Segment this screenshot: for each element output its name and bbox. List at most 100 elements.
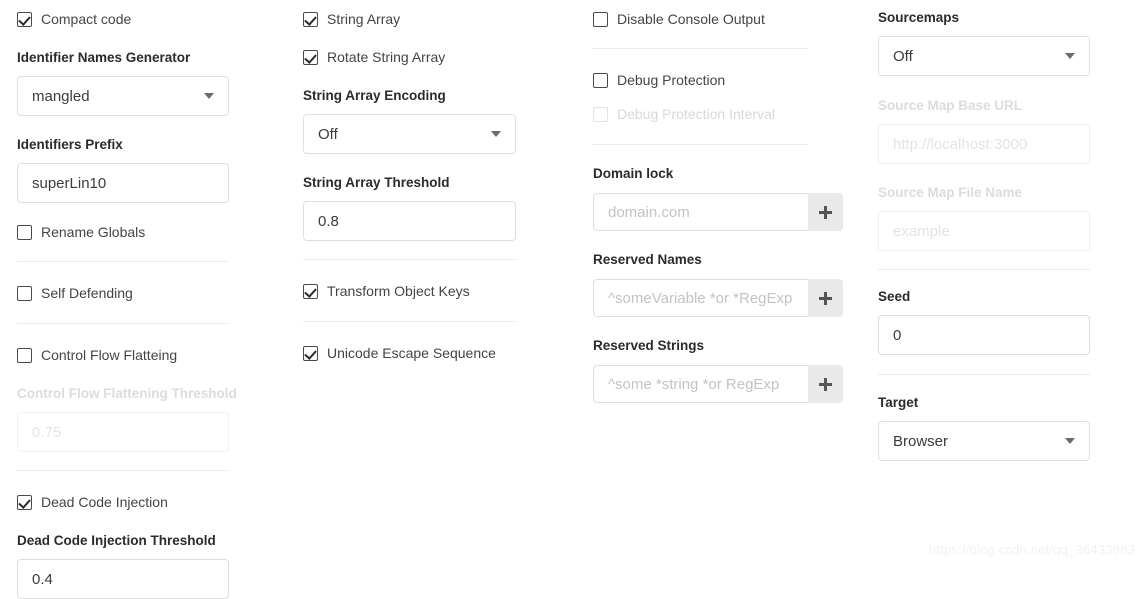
- sourcemaps-select[interactable]: Off: [878, 36, 1090, 76]
- identifiers-prefix-value: superLin10: [32, 174, 107, 192]
- domain-lock-add-button[interactable]: [808, 193, 843, 231]
- options-column-2: String Array Rotate String Array String …: [292, 0, 585, 575]
- reserved-names-label-wrap: Reserved Names: [593, 251, 877, 267]
- divider-7: [593, 144, 808, 145]
- reserved-strings-label-wrap: Reserved Strings: [593, 337, 877, 353]
- reserved-strings-add-button[interactable]: [808, 365, 843, 403]
- identifiers-prefix-label: Identifiers Prefix: [17, 137, 123, 152]
- string-array-checkbox[interactable]: [303, 11, 318, 27]
- string-array-threshold-input[interactable]: 0.8: [303, 201, 516, 241]
- domain-lock-field: domain.com: [593, 193, 843, 231]
- rename-globals-label: Rename Globals: [41, 224, 146, 240]
- disable-console-output-checkbox[interactable]: [593, 11, 608, 27]
- reserved-names-input[interactable]: ^someVariable *or *RegExp: [593, 279, 808, 317]
- control-flow-flattening-threshold-label: Control Flow Flattening Threshold: [17, 386, 237, 401]
- compact-code-label: Compact code: [41, 11, 132, 27]
- control-flow-flattening-threshold-value: 0.75: [32, 423, 62, 441]
- transform-object-keys-row[interactable]: Transform Object Keys: [303, 280, 585, 302]
- control-flow-flattening-row[interactable]: Control Flow Flatteing: [17, 344, 292, 366]
- source-map-file-name-label-wrap: Source Map File Name: [878, 184, 1143, 200]
- reserved-names-field: ^someVariable *or *RegExp: [593, 279, 843, 317]
- plus-icon: [819, 377, 832, 391]
- reserved-strings-label: Reserved Strings: [593, 338, 705, 353]
- plus-icon: [819, 205, 832, 219]
- string-array-encoding-label-wrap: String Array Encoding: [303, 87, 585, 103]
- watermark-text: https://blog.csdn.net/qq_36433883: [928, 542, 1135, 557]
- debug-protection-label: Debug Protection: [617, 72, 726, 88]
- string-array-encoding-select[interactable]: Off: [303, 114, 516, 154]
- identifier-names-generator-label: Identifier Names Generator: [17, 50, 191, 65]
- divider-4: [303, 259, 516, 260]
- options-column-3: Disable Console Output Debug Protection …: [585, 0, 877, 575]
- seed-label-wrap: Seed: [878, 288, 1143, 304]
- transform-object-keys-checkbox[interactable]: [303, 283, 318, 299]
- dead-code-injection-checkbox[interactable]: [17, 494, 32, 510]
- sourcemaps-label: Sourcemaps: [878, 10, 960, 25]
- identifier-names-generator-value: mangled: [32, 87, 90, 105]
- seed-value: 0: [893, 326, 902, 344]
- dead-code-injection-threshold-label: Dead Code Injection Threshold: [17, 533, 216, 548]
- control-flow-flattening-label: Control Flow Flatteing: [41, 347, 178, 363]
- chevron-down-icon: [1065, 438, 1075, 444]
- self-defending-checkbox[interactable]: [17, 285, 32, 301]
- divider-8: [878, 269, 1090, 270]
- plus-icon: [819, 291, 832, 305]
- sourcemaps-value: Off: [893, 47, 913, 65]
- unicode-escape-sequence-checkbox[interactable]: [303, 345, 318, 361]
- string-array-threshold-label-wrap: String Array Threshold: [303, 174, 585, 190]
- seed-input[interactable]: 0: [878, 315, 1090, 355]
- reserved-strings-input[interactable]: ^some *string *or RegExp: [593, 365, 808, 403]
- rename-globals-checkbox[interactable]: [17, 224, 32, 240]
- target-select[interactable]: Browser: [878, 421, 1090, 461]
- disable-console-output-row[interactable]: Disable Console Output: [593, 8, 877, 30]
- divider-5: [303, 321, 516, 322]
- rotate-string-array-row[interactable]: Rotate String Array: [303, 46, 585, 68]
- string-array-row[interactable]: String Array: [303, 8, 585, 30]
- debug-protection-interval-checkbox: [593, 106, 608, 122]
- divider-3: [17, 470, 229, 471]
- compact-code-checkbox[interactable]: [17, 11, 32, 27]
- debug-protection-interval-label: Debug Protection Interval: [617, 106, 775, 122]
- source-map-base-url-label: Source Map Base URL: [878, 98, 1023, 113]
- reserved-strings-field: ^some *string *or RegExp: [593, 365, 843, 403]
- disable-console-output-label: Disable Console Output: [617, 11, 765, 27]
- dead-code-injection-threshold-label-wrap: Dead Code Injection Threshold: [17, 532, 292, 548]
- options-column-1: Compact code Identifier Names Generator …: [0, 0, 292, 599]
- obfuscator-options-panel: Compact code Identifier Names Generator …: [0, 0, 1143, 599]
- options-column-4: Sourcemaps Off Source Map Base URL http:…: [877, 0, 1143, 575]
- control-flow-flattening-threshold-label-wrap: Control Flow Flattening Threshold: [17, 385, 292, 401]
- divider-2: [17, 323, 229, 324]
- unicode-escape-sequence-row[interactable]: Unicode Escape Sequence: [303, 342, 585, 364]
- string-array-threshold-label: String Array Threshold: [303, 175, 450, 190]
- transform-object-keys-label: Transform Object Keys: [327, 283, 470, 299]
- identifiers-prefix-label-wrap: Identifiers Prefix: [17, 136, 292, 152]
- self-defending-row[interactable]: Self Defending: [17, 282, 292, 304]
- identifiers-prefix-input[interactable]: superLin10: [17, 163, 229, 203]
- source-map-file-name-label: Source Map File Name: [878, 185, 1023, 200]
- divider-1: [17, 261, 229, 262]
- rotate-string-array-checkbox[interactable]: [303, 49, 318, 65]
- source-map-file-name-input: example: [878, 211, 1090, 251]
- compact-code-row[interactable]: Compact code: [17, 8, 292, 30]
- string-array-encoding-value: Off: [318, 125, 338, 143]
- reserved-names-add-button[interactable]: [808, 279, 843, 317]
- rename-globals-row[interactable]: Rename Globals: [17, 221, 292, 243]
- dead-code-injection-label: Dead Code Injection: [41, 494, 168, 510]
- unicode-escape-sequence-label: Unicode Escape Sequence: [327, 345, 496, 361]
- control-flow-flattening-checkbox[interactable]: [17, 347, 32, 363]
- debug-protection-checkbox[interactable]: [593, 72, 608, 88]
- chevron-down-icon: [1065, 53, 1075, 59]
- target-value: Browser: [893, 432, 949, 450]
- seed-label: Seed: [878, 289, 911, 304]
- dead-code-injection-row[interactable]: Dead Code Injection: [17, 491, 292, 513]
- self-defending-label: Self Defending: [41, 285, 133, 301]
- divider-9: [878, 374, 1090, 375]
- target-label-wrap: Target: [878, 394, 1143, 410]
- domain-lock-input[interactable]: domain.com: [593, 193, 808, 231]
- dead-code-injection-threshold-input[interactable]: 0.4: [17, 559, 229, 599]
- rotate-string-array-label: Rotate String Array: [327, 49, 446, 65]
- domain-lock-label: Domain lock: [593, 166, 674, 181]
- debug-protection-row[interactable]: Debug Protection: [593, 69, 877, 91]
- chevron-down-icon: [204, 93, 214, 99]
- identifier-names-generator-select[interactable]: mangled: [17, 76, 229, 116]
